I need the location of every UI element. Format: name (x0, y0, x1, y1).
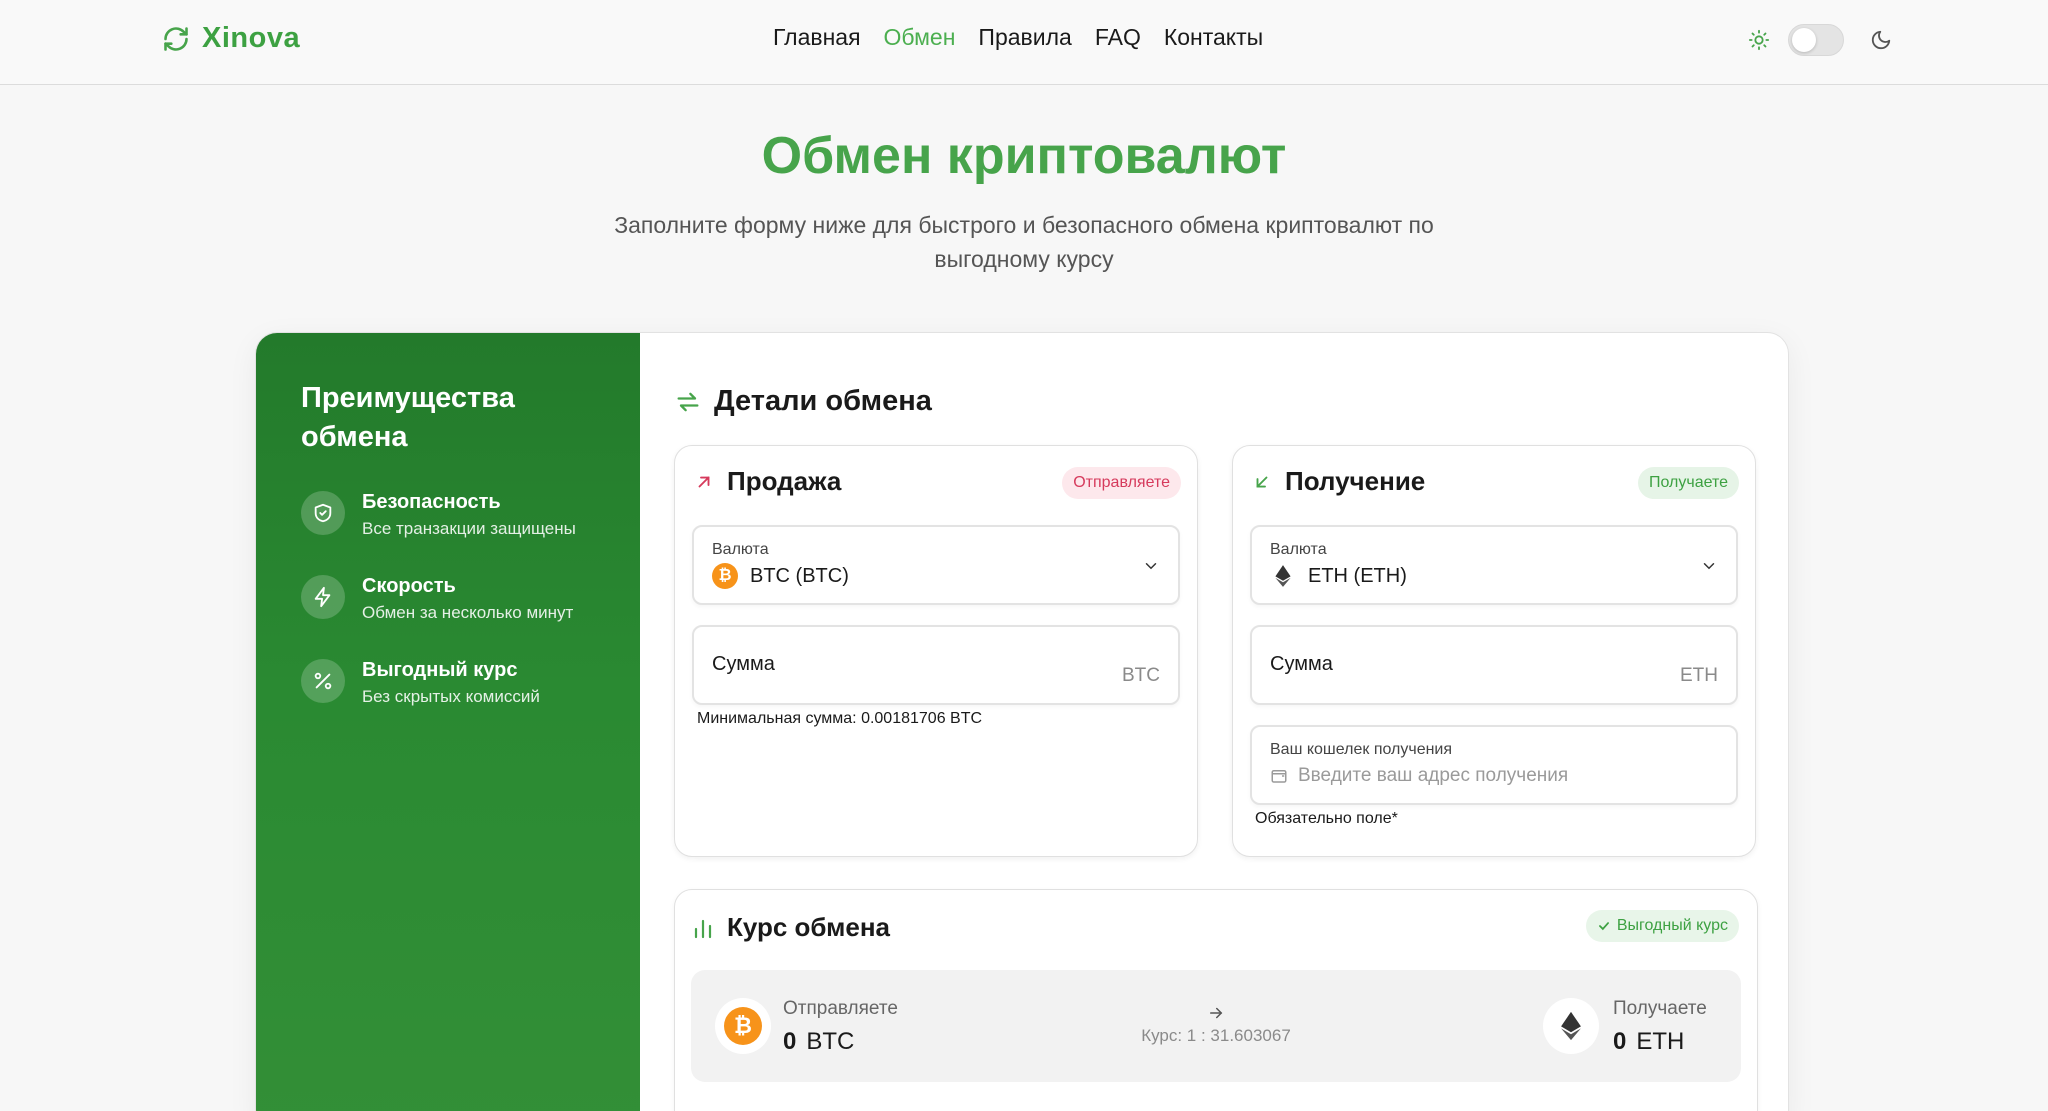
exchange-details: Детали обмена Продажа Отправляете Валюта… (640, 333, 1788, 1111)
receive-badge: Получаете (1637, 467, 1739, 499)
wallet-placeholder-text: Введите ваш адрес получения (1298, 765, 1569, 786)
page-title: Обмен криптовалют (761, 127, 1287, 185)
advantage-desc: Обмен за несколько минут (362, 603, 574, 622)
main-nav: Главная Обмен Правила FAQ Контакты (773, 24, 1286, 51)
lightning-icon (301, 575, 345, 619)
toggle-knob (1792, 28, 1816, 52)
advantage-title: Выгодный курс (362, 659, 518, 681)
rate-title-text: Курс обмена (727, 912, 891, 942)
receive-value: 0 ETH (1613, 1028, 1684, 1056)
arrow-right-icon (1210, 1007, 1223, 1019)
percent-icon (301, 659, 345, 703)
rate-panel: Курс обмена Выгодный курс ₿ Отправляете … (674, 889, 1758, 1111)
rate-title: Курс обмена (693, 912, 890, 943)
receive-label: Получаете (1613, 998, 1707, 1019)
amount-unit: ETH (1680, 665, 1718, 686)
wallet-icon (1271, 770, 1287, 783)
sell-currency-select[interactable]: Валюта ₿ BTC (BTC) (692, 525, 1180, 605)
receive-amount: 0 (1613, 1028, 1627, 1055)
eth-icon (1275, 565, 1291, 587)
nav-faq[interactable]: FAQ (1095, 24, 1141, 51)
eth-icon (1561, 1011, 1581, 1041)
advantage-desc: Без скрытых комиссий (362, 687, 540, 706)
btc-icon: ₿ (712, 563, 738, 589)
bar-chart-icon (694, 919, 712, 938)
currency-value: ETH (ETH) (1308, 564, 1407, 587)
arrow-down-left-icon (1256, 476, 1268, 487)
site-header: Xinova Главная Обмен Правила FAQ Контакт… (0, 0, 2048, 85)
receive-amount-input[interactable]: Сумма ETH (1250, 625, 1738, 705)
required-note: Обязательно поле* (1255, 810, 1398, 827)
selected-currency: ₿ BTC (BTC) (712, 563, 849, 589)
logo-text: Xinova (202, 22, 301, 54)
field-label: Валюта (712, 541, 769, 558)
arrow-up-right-icon (698, 476, 710, 487)
min-amount-note: Минимальная сумма: 0.00181706 BTC (697, 710, 983, 727)
refresh-icon (164, 26, 188, 51)
advantage-desc: Все транзакции защищены (362, 519, 576, 538)
advantage-item: Скорость Обмен за несколько минут (301, 575, 573, 623)
theme-switcher (1748, 24, 1892, 56)
moon-icon (1871, 30, 1891, 50)
advantages-sidebar: Преимущества обмена Безопасность Все тра… (256, 333, 640, 1111)
advantage-item: Безопасность Все транзакции защищены (301, 491, 576, 539)
shield-icon (301, 491, 345, 535)
good-rate-text: Выгодный курс (1616, 917, 1728, 934)
nav-rules[interactable]: Правила (978, 24, 1071, 51)
receive-title-text: Получение (1285, 466, 1426, 496)
receive-title: Получение (1253, 466, 1425, 497)
theme-toggle[interactable] (1788, 24, 1844, 56)
advantage-title: Безопасность (362, 491, 501, 513)
sun-icon (1748, 29, 1770, 51)
amount-unit: BTC (1122, 665, 1160, 686)
sell-amount-input[interactable]: Сумма BTC (692, 625, 1180, 705)
exchange-card: Преимущества обмена Безопасность Все тра… (255, 332, 1789, 1111)
nav-home[interactable]: Главная (773, 24, 861, 51)
wallet-placeholder: Введите ваш адрес получения (1270, 765, 1568, 787)
advantage-title: Скорость (362, 575, 456, 597)
field-label: Ваш кошелек получения (1270, 741, 1453, 758)
advantage-item: Выгодный курс Без скрытых комиссий (301, 659, 540, 707)
receive-panel: Получение Получаете Валюта ETH (ETH) Сум… (1232, 445, 1756, 857)
details-title-text: Детали обмена (714, 385, 932, 417)
wallet-address-input[interactable]: Ваш кошелек получения Введите ваш адрес … (1250, 725, 1738, 805)
eth-coin (1543, 998, 1599, 1054)
receive-currency-select[interactable]: Валюта ETH (ETH) (1250, 525, 1738, 605)
good-rate-badge: Выгодный курс (1585, 910, 1739, 942)
page-subtitle: Заполните форму ниже для быстрого и безо… (614, 212, 1434, 272)
advantages-title: Преимущества обмена (301, 382, 515, 453)
nav-exchange[interactable]: Обмен (884, 24, 956, 51)
receive-unit: ETH (1636, 1028, 1685, 1055)
currency-value: BTC (BTC) (750, 564, 849, 587)
nav-contacts[interactable]: Контакты (1164, 24, 1263, 51)
sell-title-text: Продажа (727, 466, 842, 496)
logo[interactable]: Xinova (162, 22, 300, 55)
amount-label: Сумма (1270, 653, 1333, 675)
rate-summary: ₿ Отправляете 0 BTC Курс: 1 : 31.603067 П… (691, 970, 1741, 1082)
field-label: Валюта (1270, 541, 1327, 558)
swap-icon (677, 392, 699, 411)
sell-title: Продажа (695, 466, 841, 497)
send-badge: Отправляете (1062, 467, 1181, 499)
sell-panel: Продажа Отправляете Валюта ₿ BTC (BTC) С… (674, 445, 1198, 857)
chevron-down-icon (1703, 563, 1715, 570)
chevron-down-icon (1145, 563, 1157, 570)
amount-label: Сумма (712, 653, 775, 675)
check-icon (1598, 922, 1609, 931)
details-title: Детали обмена (674, 385, 932, 418)
selected-currency: ETH (ETH) (1270, 563, 1407, 589)
